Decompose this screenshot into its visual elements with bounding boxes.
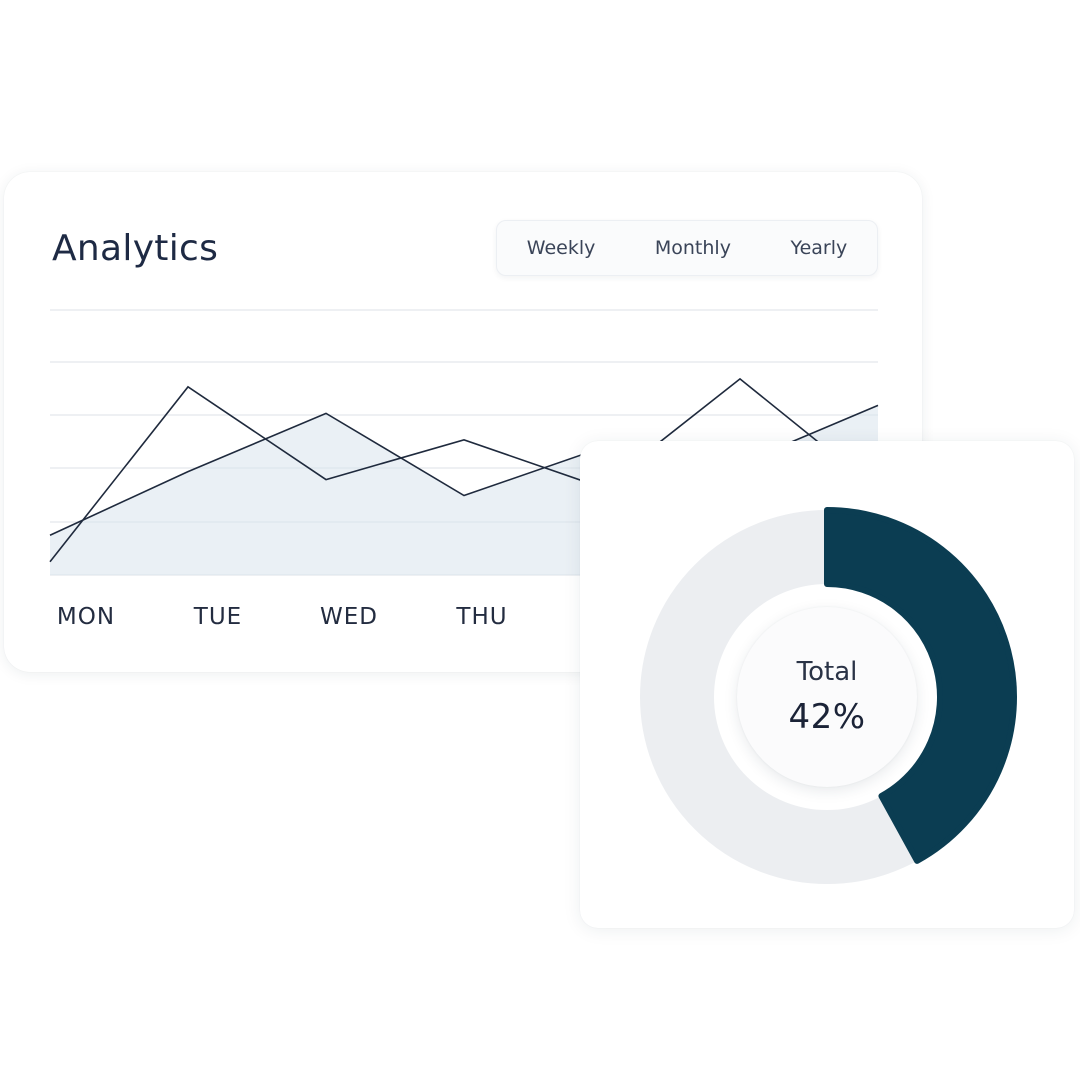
donut-center: Total 42% <box>737 607 917 787</box>
donut-label: Total <box>796 657 858 687</box>
donut-card: Total 42% <box>580 441 1074 928</box>
tab-weekly[interactable]: Weekly <box>517 231 606 265</box>
x-tick-label: TUE <box>193 604 242 630</box>
x-axis-ticks: MON TUE WED THU <box>57 604 507 630</box>
period-toggle: Weekly Monthly Yearly <box>496 220 878 276</box>
tab-yearly[interactable]: Yearly <box>780 231 857 265</box>
tab-monthly[interactable]: Monthly <box>645 231 741 265</box>
x-tick-label: MON <box>57 604 115 630</box>
x-tick-label: WED <box>320 604 378 630</box>
donut-value: 42% <box>788 697 866 737</box>
page-title: Analytics <box>52 228 219 269</box>
x-tick-label: THU <box>455 604 507 630</box>
